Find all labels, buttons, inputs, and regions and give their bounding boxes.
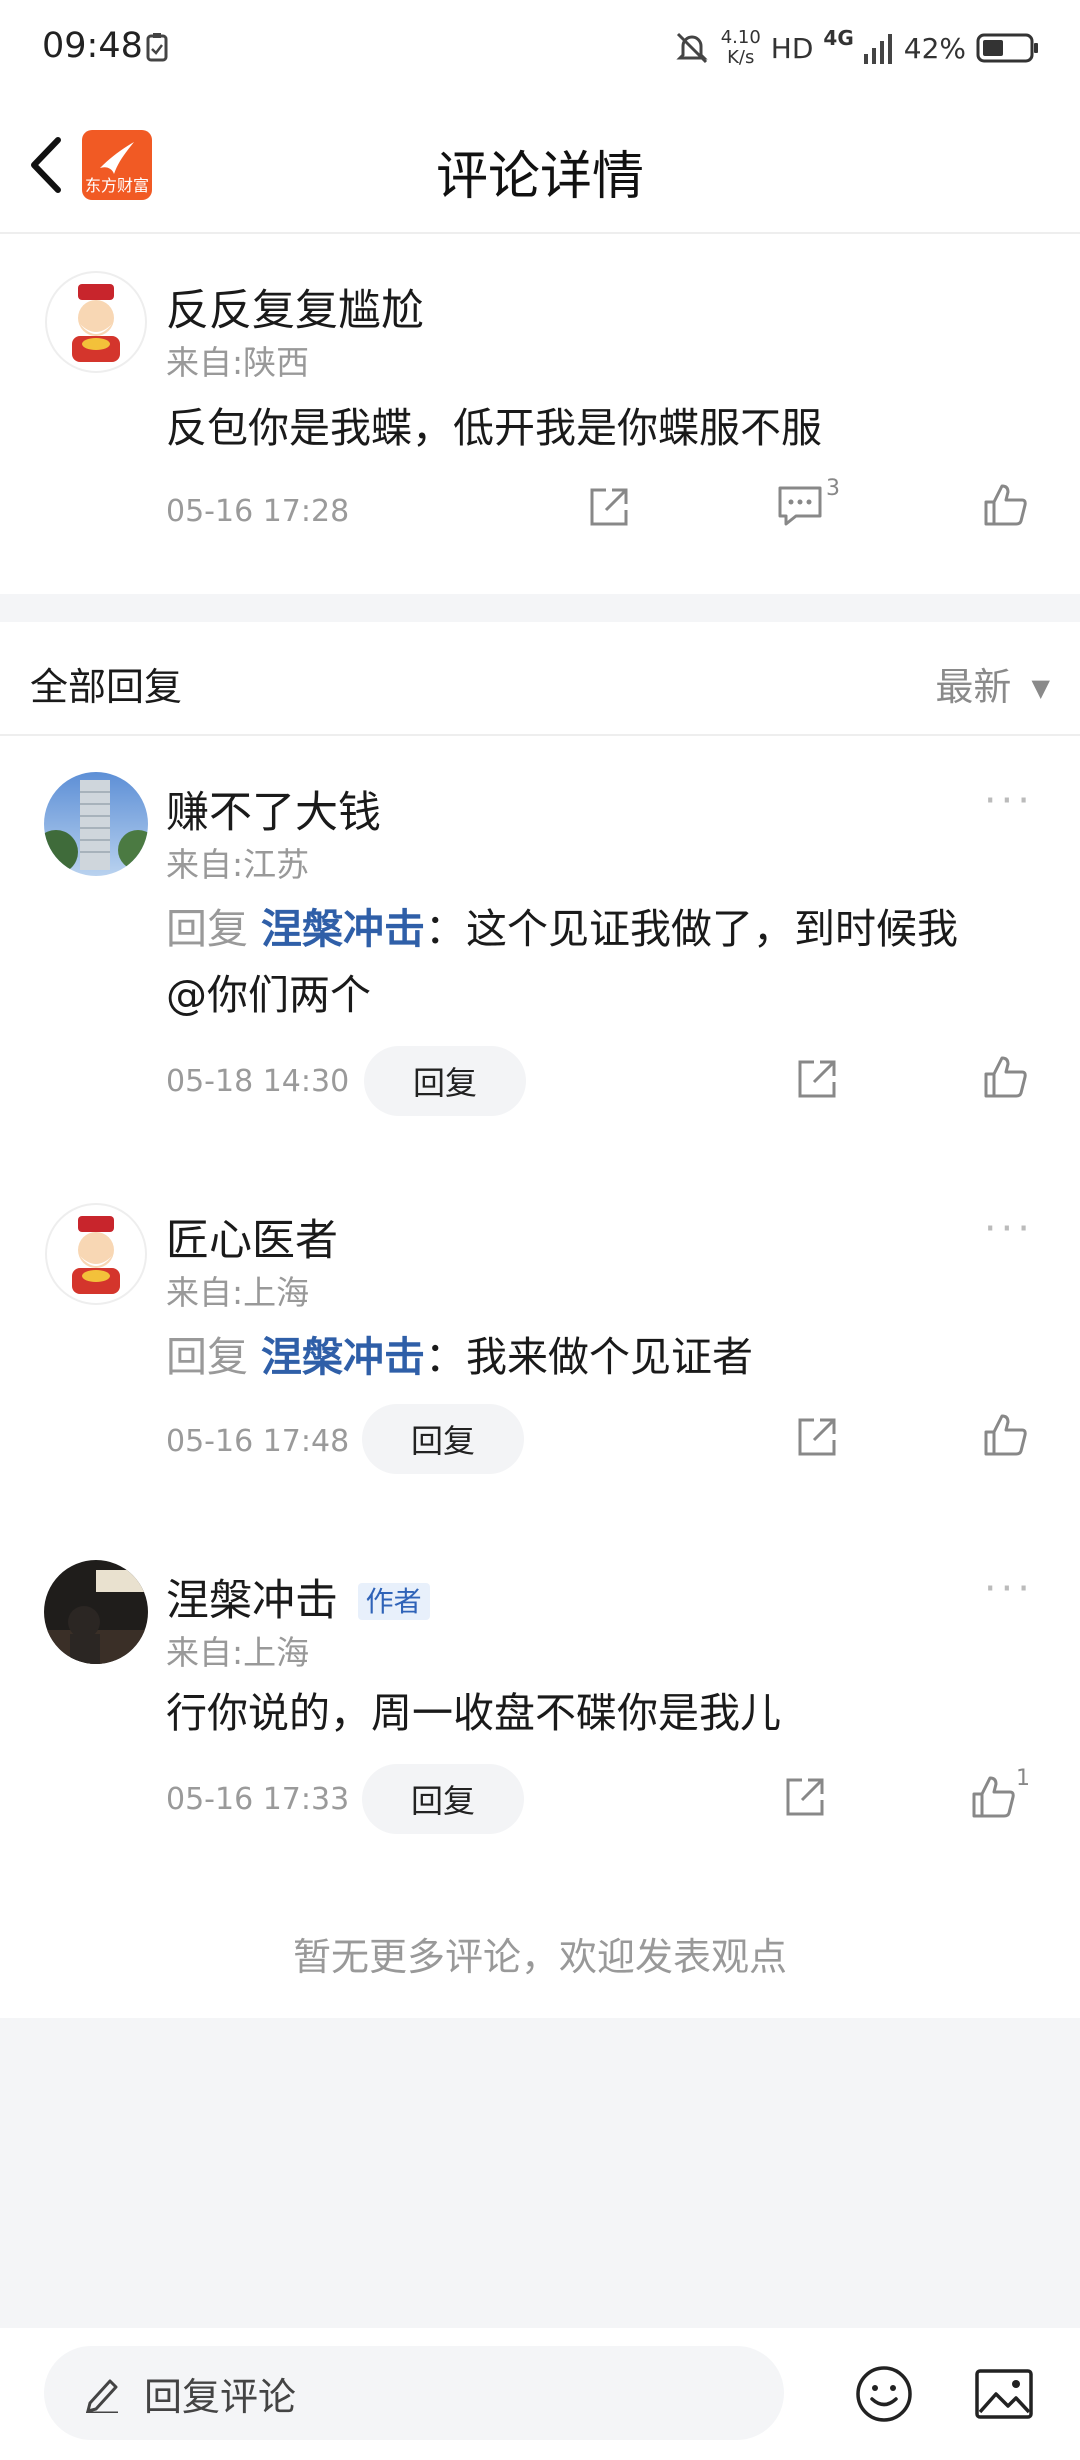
like-count: 1 [1016,1766,1030,1791]
sort-dropdown[interactable]: 最新 ▼ [935,656,1050,711]
battery-percent: 42% [903,31,966,65]
signal-icon [863,32,894,64]
mention-link[interactable]: 涅槃冲击 [261,905,425,953]
section-divider [0,734,1080,736]
reply-text: 回复 涅槃冲击：这个见证我做了，到时候我 @你们两个 [166,896,1036,1028]
share-button[interactable] [782,1774,828,1820]
reply-region: 来自:上海 [166,1273,310,1312]
reply-author[interactable]: 赚不了大钱 [166,778,381,840]
reply-separator: ： [425,905,467,953]
comment-text: 反包你是我蝶，低开我是你蝶服不服 [166,404,822,452]
comment-button[interactable] [776,482,824,528]
more-options-button[interactable]: ··· [984,1566,1034,1612]
reply-button[interactable]: 回复 [362,1404,524,1474]
network-type: 4G [823,26,854,50]
share-button[interactable] [586,484,632,530]
clipboard-icon [146,32,168,62]
comment-author[interactable]: 反反复复尴尬 [166,276,424,338]
reply-time: 05-16 17:48 [166,1424,350,1459]
battery-icon [976,32,1040,64]
share-button[interactable] [794,1414,840,1460]
avatar[interactable] [44,1202,148,1306]
like-button[interactable] [982,1412,1028,1458]
reply-region: 来自:江苏 [166,845,310,884]
like-button[interactable] [982,482,1028,528]
empty-area [0,2018,1080,2328]
reply-button[interactable]: 回复 [362,1764,524,1834]
network-speed-unit: K/s [727,47,755,68]
network-speed-value: 4.10 [720,27,761,48]
avatar[interactable] [44,270,148,374]
reply-time: 05-18 14:30 [166,1064,350,1099]
no-more-comments-note: 暂无更多评论，欢迎发表观点 [292,1935,787,1979]
comment-time: 05-16 17:28 [166,494,350,529]
reply-author-name: 涅槃冲击 [166,1576,338,1626]
comment-count: 3 [826,476,840,501]
reply-content-cont: @你们两个 [166,971,371,1019]
image-button[interactable] [974,2368,1034,2420]
share-button[interactable] [794,1056,840,1102]
status-time: 09:48 [42,26,143,66]
like-button[interactable] [970,1774,1016,1820]
comment-region: 来自:陕西 [166,343,310,382]
pencil-icon [84,2373,120,2413]
mention-link[interactable]: 涅槃冲击 [261,1333,425,1381]
reply-prefix: 回复 [166,905,248,953]
reply-prefix: 回复 [166,1333,248,1381]
header-divider [0,232,1080,234]
reply-content: 这个见证我做了，到时候我 [466,905,959,953]
section-separator [0,594,1080,622]
like-button[interactable] [982,1054,1028,1100]
more-options-button[interactable]: ··· [984,778,1034,824]
reply-text: 行你说的，周一收盘不碟你是我儿 [166,1689,781,1737]
triangle-down-icon: ▼ [1031,674,1050,702]
reply-comment-input[interactable]: 回复评论 [44,2346,784,2440]
status-icons: 4.10 K/s HD 4G 42% [673,26,1040,68]
avatar[interactable] [44,772,148,876]
reply-author[interactable]: 匠心医者 [166,1206,338,1268]
author-badge: 作者 [357,1583,430,1620]
mute-bell-icon [673,29,711,67]
emoji-button[interactable] [854,2364,914,2424]
reply-text: 回复 涅槃冲击：我来做个见证者 [166,1324,1036,1390]
page-title: 评论详情 [435,147,644,207]
reply-separator: ： [425,1333,467,1381]
input-placeholder: 回复评论 [144,2374,297,2419]
sort-label: 最新 [935,665,1012,709]
reply-time: 05-16 17:33 [166,1782,350,1817]
replies-section-title: 全部回复 [30,665,183,709]
avatar[interactable] [44,1560,148,1664]
reply-content: 我来做个见证者 [466,1333,754,1381]
hd-indicator: HD [770,31,814,65]
network-speed: 4.10 K/s [721,28,761,68]
reply-author[interactable]: 涅槃冲击 作者 [166,1566,430,1628]
reply-region: 来自:上海 [166,1633,310,1672]
reply-button[interactable]: 回复 [364,1046,526,1116]
more-options-button[interactable]: ··· [984,1206,1034,1252]
